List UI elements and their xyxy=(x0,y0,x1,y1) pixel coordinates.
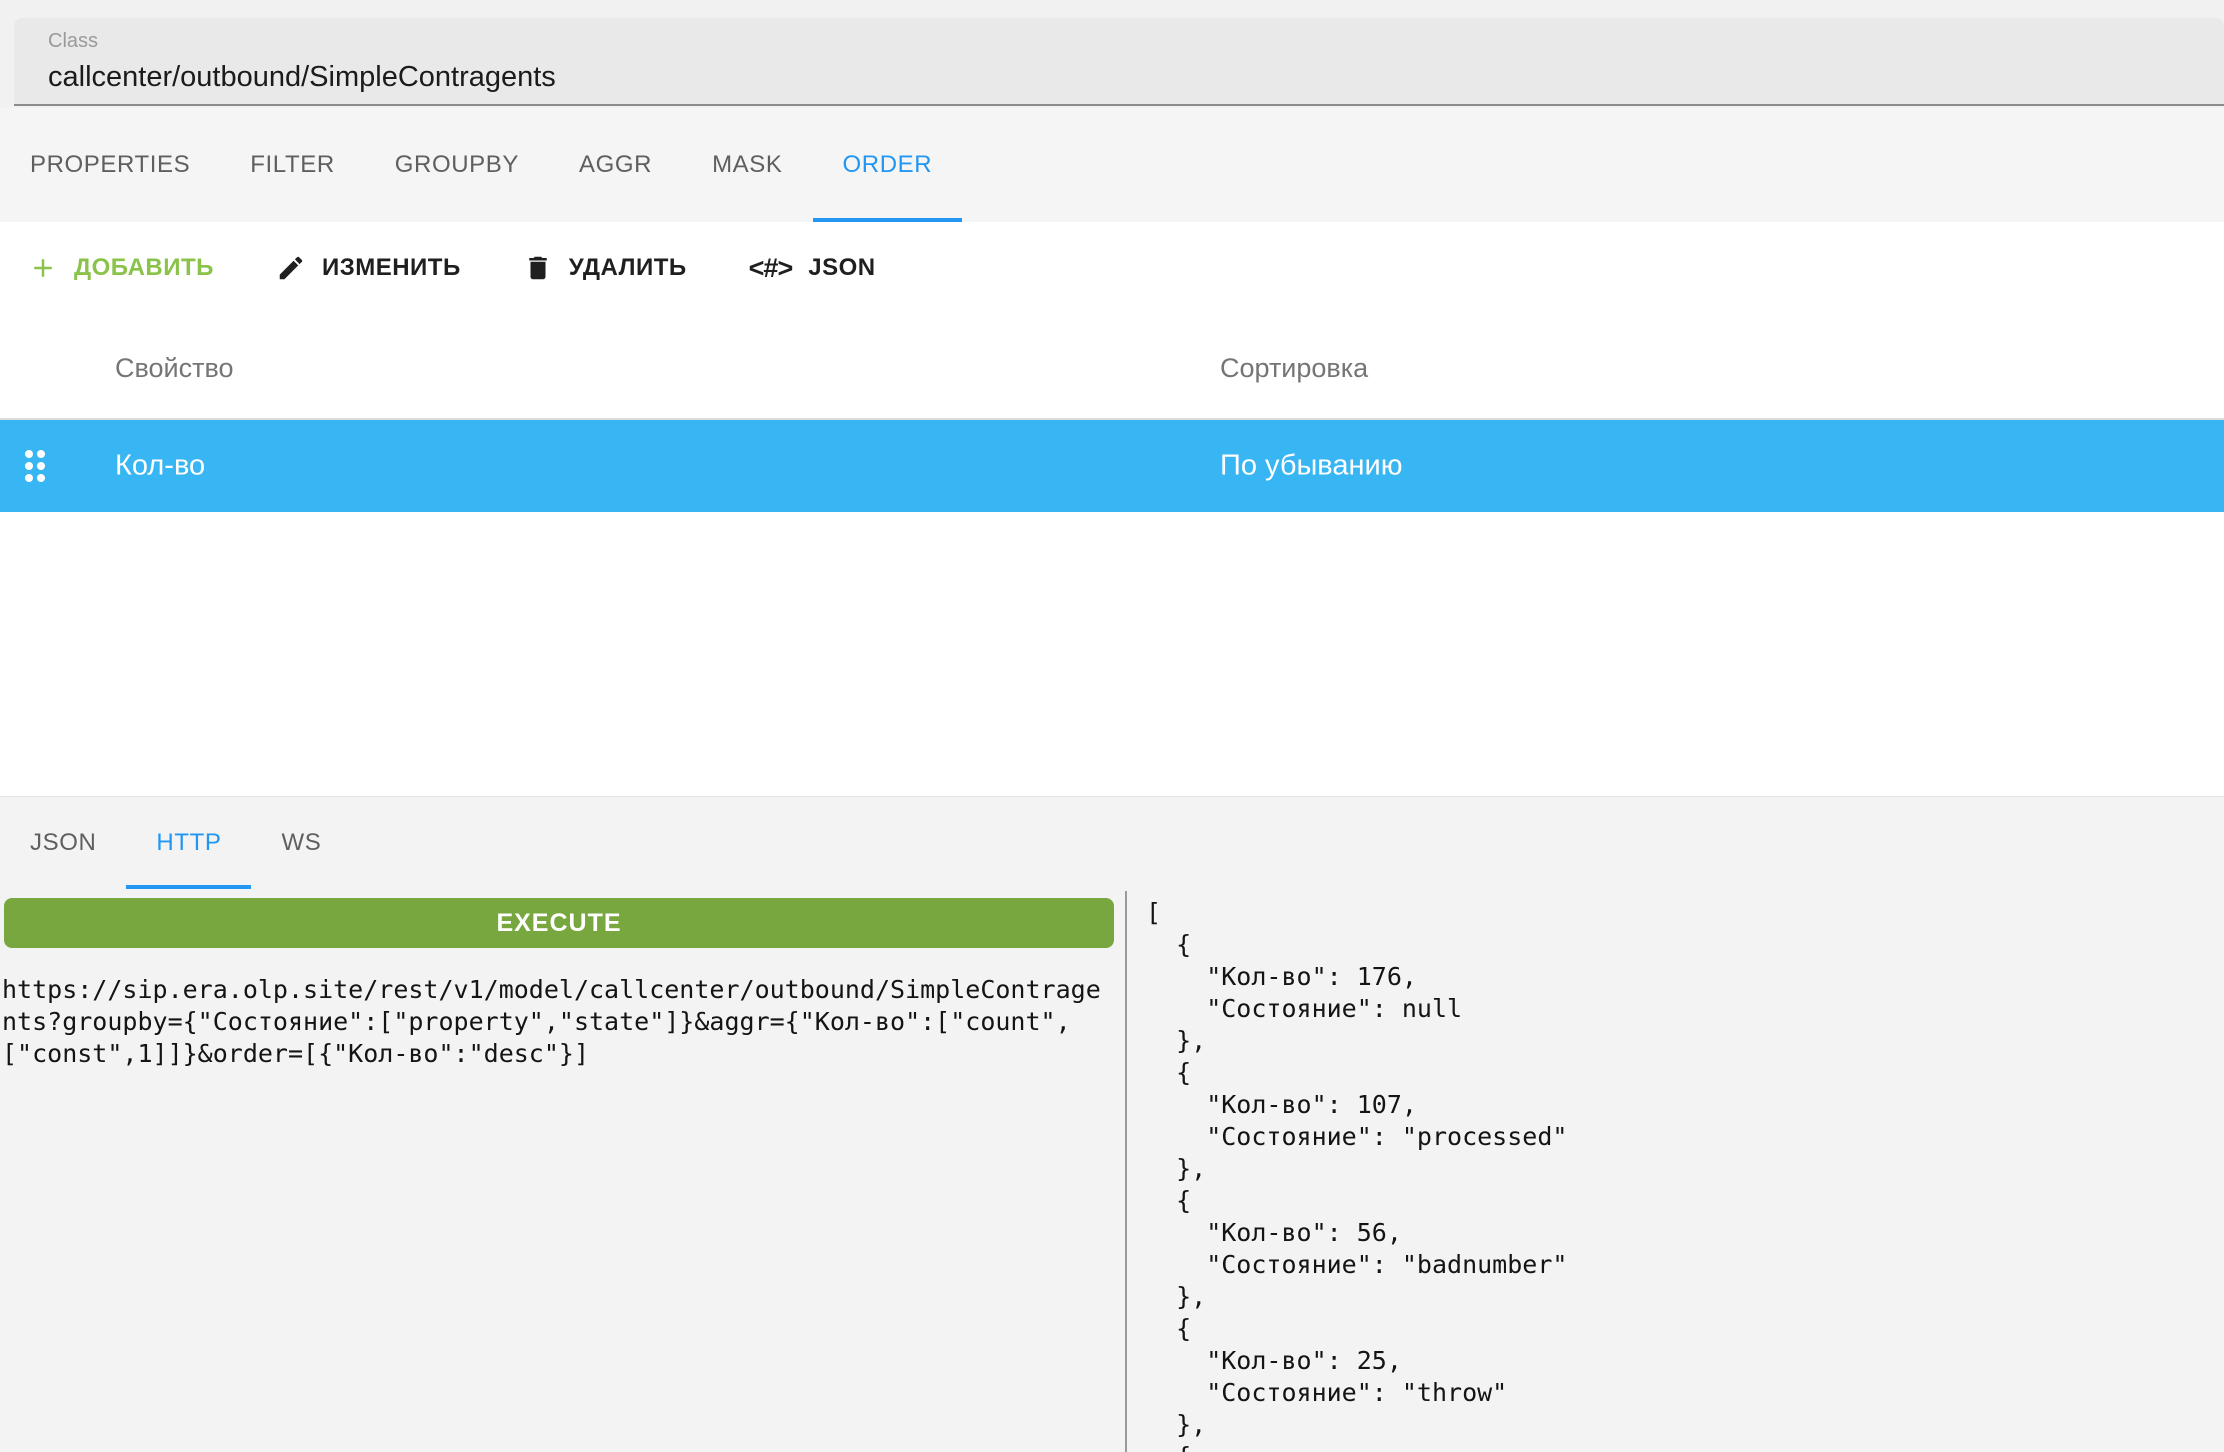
tab-properties[interactable]: PROPERTIES xyxy=(0,108,220,222)
output-tabbar: JSON HTTP WS xyxy=(0,797,351,889)
tab-aggr[interactable]: AGGR xyxy=(549,108,682,222)
tab-groupby[interactable]: GROUPBY xyxy=(365,108,549,222)
add-button[interactable]: ДОБАВИТЬ xyxy=(28,253,214,283)
panel-divider xyxy=(1125,891,1127,1452)
tab-filter[interactable]: FILTER xyxy=(220,108,365,222)
app-screen: Class callcenter/outbound/SimpleContrage… xyxy=(0,0,2224,1452)
tab-mask[interactable]: MASK xyxy=(682,108,812,222)
class-input-label: Class xyxy=(48,30,2224,53)
table-row[interactable]: Кол-во По убыванию xyxy=(0,418,2224,512)
row-property: Кол-во xyxy=(115,450,205,483)
tab-ws[interactable]: WS xyxy=(251,797,351,889)
tab-order[interactable]: ORDER xyxy=(813,108,963,222)
trash-icon xyxy=(523,253,553,283)
delete-button[interactable]: УДАЛИТЬ xyxy=(523,253,687,283)
add-button-label: ДОБАВИТЬ xyxy=(74,254,214,282)
query-tabbar: PROPERTIES FILTER GROUPBY AGGR MASK ORDE… xyxy=(0,108,2224,222)
request-url: https://sip.era.olp.site/rest/v1/model/c… xyxy=(2,974,1102,1070)
column-header-property: Свойство xyxy=(115,353,234,384)
order-toolbar: ДОБАВИТЬ ИЗМЕНИТЬ УДАЛИТЬ <#> JSON xyxy=(0,222,2224,314)
tab-json[interactable]: JSON xyxy=(0,797,126,889)
pencil-icon xyxy=(276,253,306,283)
class-input-value: callcenter/outbound/SimpleContragents xyxy=(48,61,2224,94)
class-input[interactable]: Class callcenter/outbound/SimpleContrage… xyxy=(14,18,2224,106)
drag-handle-icon[interactable] xyxy=(25,450,45,482)
execute-button[interactable]: EXECUTE xyxy=(4,898,1114,948)
json-button-label: JSON xyxy=(808,254,875,282)
order-panel: ДОБАВИТЬ ИЗМЕНИТЬ УДАЛИТЬ <#> JSON Свойс… xyxy=(0,222,2224,796)
response-json: [ { "Кол-во": 176, "Состояние": null }, … xyxy=(1146,897,1567,1452)
edit-button-label: ИЗМЕНИТЬ xyxy=(322,254,461,282)
request-section: JSON HTTP WS EXECUTE https://sip.era.olp… xyxy=(0,796,2224,1452)
plus-icon xyxy=(28,253,58,283)
column-header-sort: Сортировка xyxy=(1220,353,1368,384)
delete-button-label: УДАЛИТЬ xyxy=(569,254,687,282)
tab-http[interactable]: HTTP xyxy=(126,797,251,889)
json-button[interactable]: <#> JSON xyxy=(749,253,876,284)
code-hash-icon: <#> xyxy=(749,253,793,284)
row-sort: По убыванию xyxy=(1220,450,1402,483)
edit-button[interactable]: ИЗМЕНИТЬ xyxy=(276,253,461,283)
